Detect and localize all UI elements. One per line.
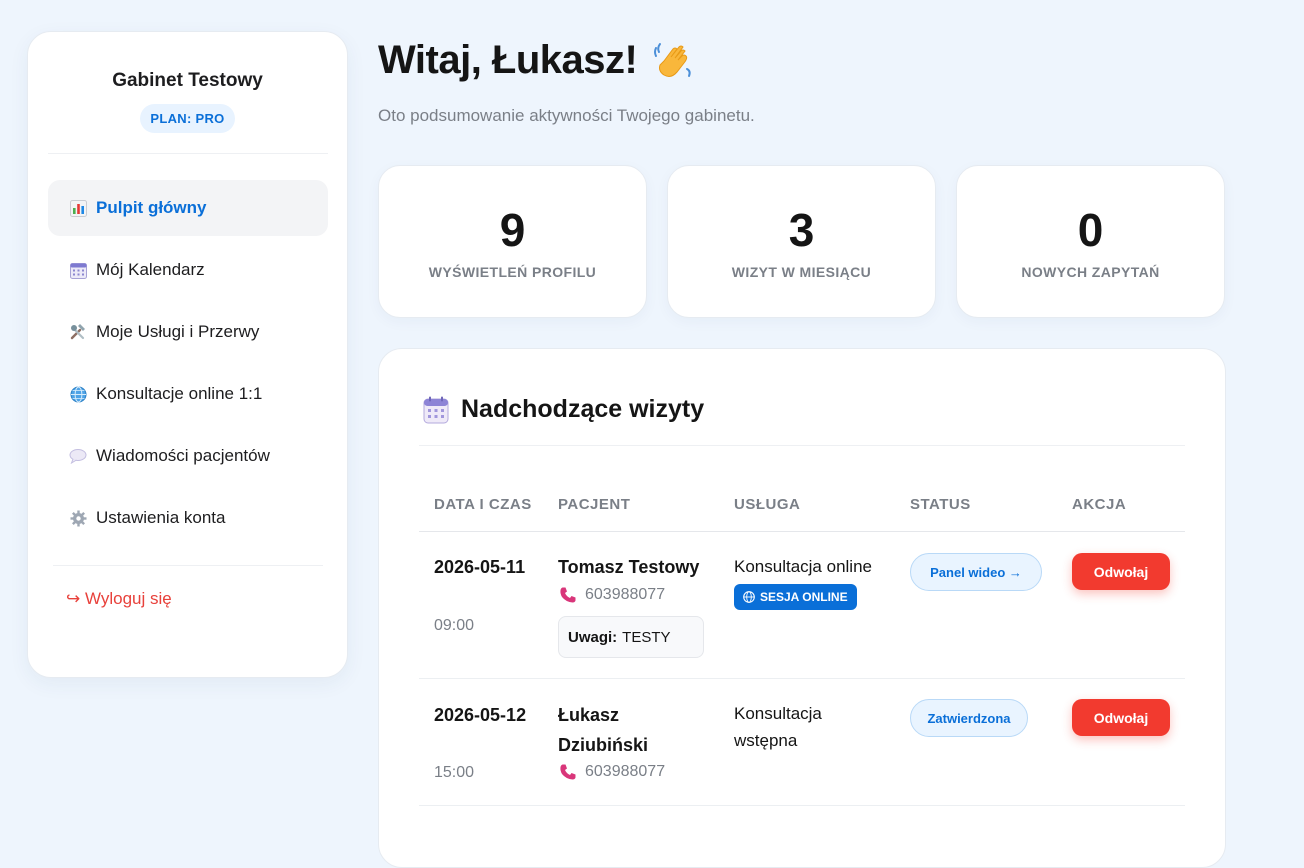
phone-icon	[560, 764, 576, 780]
sidebar-nav: Pulpit główny Mój Kalendarz Moje Usługi …	[48, 180, 328, 552]
sidebar-item-services[interactable]: Moje Usługi i Przerwy	[48, 304, 328, 360]
divider	[48, 153, 328, 154]
column-header-status: STATUS	[910, 496, 971, 513]
online-session-badge: SESJA ONLINE	[734, 584, 857, 610]
cancel-appointment-button[interactable]: Odwołaj	[1072, 553, 1170, 590]
sidebar-item-label: Wiadomości pacjentów	[96, 446, 270, 465]
tools-icon	[69, 323, 87, 341]
sidebar-item-label: Konsultacje online 1:1	[96, 384, 263, 403]
plan-badge: PLAN: PRO	[140, 104, 235, 133]
sidebar-item-label: Ustawienia konta	[96, 508, 226, 527]
gear-icon	[69, 509, 87, 527]
sidebar-item-label: Moje Usługi i Przerwy	[96, 322, 260, 341]
column-header-action: AKCJA	[1072, 496, 1127, 513]
stat-label: WIZYT W MIESIĄCU	[731, 264, 872, 280]
appointment-date: 2026-05-11	[434, 557, 526, 577]
stat-value: 9	[499, 204, 526, 256]
status-badge: Zatwierdzona	[910, 699, 1028, 737]
speech-bubble-icon	[69, 447, 87, 465]
service-name: Konsultacja online	[734, 557, 872, 576]
stat-label: NOWYCH ZAPYTAŃ	[1021, 264, 1160, 280]
patient-phone: 603988077	[559, 763, 665, 781]
stat-value: 0	[1077, 204, 1104, 256]
calendar-icon	[423, 396, 449, 424]
sidebar-item-account-settings[interactable]: Ustawienia konta	[48, 490, 328, 546]
sidebar-item-online-consultations[interactable]: Konsultacje online 1:1	[48, 366, 328, 422]
greeting-text: Witaj, Łukasz!	[378, 38, 638, 82]
patient-phone: 603988077	[559, 586, 665, 604]
logout-link[interactable]: ↪ Wyloguj się	[66, 589, 172, 609]
page-title: Witaj, Łukasz!	[378, 38, 695, 83]
row-divider	[419, 805, 1185, 806]
sidebar-item-dashboard[interactable]: Pulpit główny	[48, 180, 328, 236]
cancel-appointment-button[interactable]: Odwołaj	[1072, 699, 1170, 736]
sidebar: Gabinet Testowy PLAN: PRO Pulpit główny …	[27, 31, 348, 678]
phone-icon	[560, 587, 576, 603]
globe-icon	[743, 591, 755, 603]
column-header-service: USŁUGA	[734, 496, 801, 513]
video-panel-button[interactable]: Panel wideo →	[910, 553, 1042, 591]
globe-icon	[69, 385, 87, 403]
stat-label: WYŚWIETLEŃ PROFILU	[428, 264, 597, 280]
stat-card-profile-views: 9 WYŚWIETLEŃ PROFILU	[378, 165, 647, 318]
clinic-name: Gabinet Testowy	[112, 70, 263, 91]
table-header-divider	[419, 531, 1185, 532]
card-title: Nadchodzące wizyty	[423, 395, 704, 424]
calendar-icon	[69, 261, 87, 279]
row-divider	[419, 678, 1185, 679]
sidebar-item-label: Pulpit główny	[96, 198, 207, 217]
stat-value: 3	[788, 204, 815, 256]
stat-card-new-inquiries: 0 NOWYCH ZAPYTAŃ	[956, 165, 1225, 318]
column-header-patient: PACJENT	[558, 496, 631, 513]
bar-chart-icon	[69, 199, 87, 217]
appointment-time: 09:00	[434, 617, 475, 634]
divider	[53, 565, 323, 566]
badge-label: SESJA ONLINE	[760, 590, 848, 604]
phone-number: 603988077	[585, 586, 666, 603]
patient-name: Tomasz Testowy	[558, 557, 700, 577]
stat-card-monthly-visits: 3 WIZYT W MIESIĄCU	[667, 165, 936, 318]
waving-hand-icon	[651, 39, 695, 83]
sidebar-item-label: Mój Kalendarz	[96, 260, 205, 279]
sidebar-item-messages[interactable]: Wiadomości pacjentów	[48, 428, 328, 484]
appointment-notes: Uwagi: TESTY	[558, 616, 704, 658]
divider	[419, 445, 1185, 446]
notes-label: Uwagi:	[568, 628, 618, 646]
appointment-date: 2026-05-12	[434, 705, 527, 725]
phone-number: 603988077	[585, 763, 666, 780]
service-name: Konsultacja wstępna	[734, 704, 822, 750]
page-subtitle: Oto podsumowanie aktywności Twojego gabi…	[378, 106, 755, 125]
patient-name: Łukasz Dziubiński	[558, 705, 649, 755]
sidebar-item-calendar[interactable]: Mój Kalendarz	[48, 242, 328, 298]
notes-text: TESTY	[622, 628, 671, 646]
column-header-date: DATA I CZAS	[434, 496, 532, 513]
appointment-time: 15:00	[434, 764, 475, 781]
card-title-text: Nadchodzące wizyty	[461, 395, 705, 423]
upcoming-appointments-card: Nadchodzące wizyty DATA I CZAS PACJENT U…	[378, 348, 1226, 868]
